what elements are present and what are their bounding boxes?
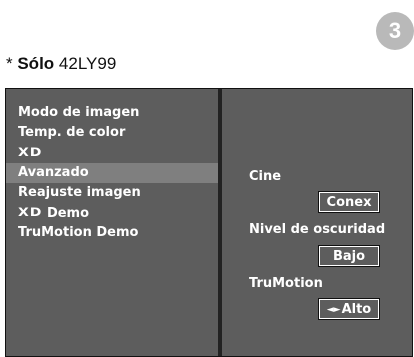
- picture-menu-list: Modo de imagen Temp. de color XD Avanzad…: [6, 103, 218, 243]
- nivel-oscuridad-label: Nivel de oscuridad: [249, 222, 386, 237]
- trumotion-value-selector[interactable]: ◄►Alto: [318, 298, 380, 320]
- menu-item-avanzado[interactable]: Avanzado: [6, 163, 218, 183]
- note-bold: Sólo: [17, 54, 55, 73]
- note-model: 42LY99: [58, 54, 117, 73]
- xd-logo-icon: XD: [18, 206, 43, 220]
- menu-item-label: Modo de imagen: [18, 105, 140, 120]
- nivel-oscuridad-value-selector[interactable]: Bajo: [318, 245, 380, 267]
- menu-item-xd-demo[interactable]: XD Demo: [6, 203, 218, 223]
- menu-item-modo-de-imagen[interactable]: Modo de imagen: [6, 103, 218, 123]
- menu-item-label: Demo: [46, 206, 90, 221]
- menu-item-reajuste-imagen[interactable]: Reajuste imagen: [6, 183, 218, 203]
- trumotion-value: Alto: [341, 302, 372, 317]
- note-prefix: *: [6, 54, 18, 73]
- advanced-options-pane: Cine Conex Nivel de oscuridad Bajo TruMo…: [222, 89, 412, 356]
- trumotion-label: TruMotion: [249, 276, 323, 291]
- osd-menu-panel: Modo de imagen Temp. de color XD Avanzad…: [5, 88, 413, 357]
- left-right-arrows-icon: ◄►: [326, 305, 341, 315]
- xd-logo-icon: XD: [18, 146, 43, 160]
- menu-item-xd[interactable]: XD: [6, 143, 218, 163]
- step-number-badge: 3: [376, 12, 414, 50]
- cine-value-selector[interactable]: Conex: [318, 191, 380, 213]
- model-note: * Sólo 42LY99: [6, 54, 116, 74]
- menu-item-trumotion-demo[interactable]: TruMotion Demo: [6, 223, 218, 243]
- menu-item-temp-de-color[interactable]: Temp. de color: [6, 123, 218, 143]
- menu-item-label: Temp. de color: [18, 125, 126, 140]
- menu-item-label: Reajuste imagen: [18, 185, 141, 200]
- cine-label: Cine: [249, 169, 282, 184]
- menu-item-label: Avanzado: [18, 165, 89, 180]
- menu-item-label: TruMotion Demo: [18, 225, 139, 240]
